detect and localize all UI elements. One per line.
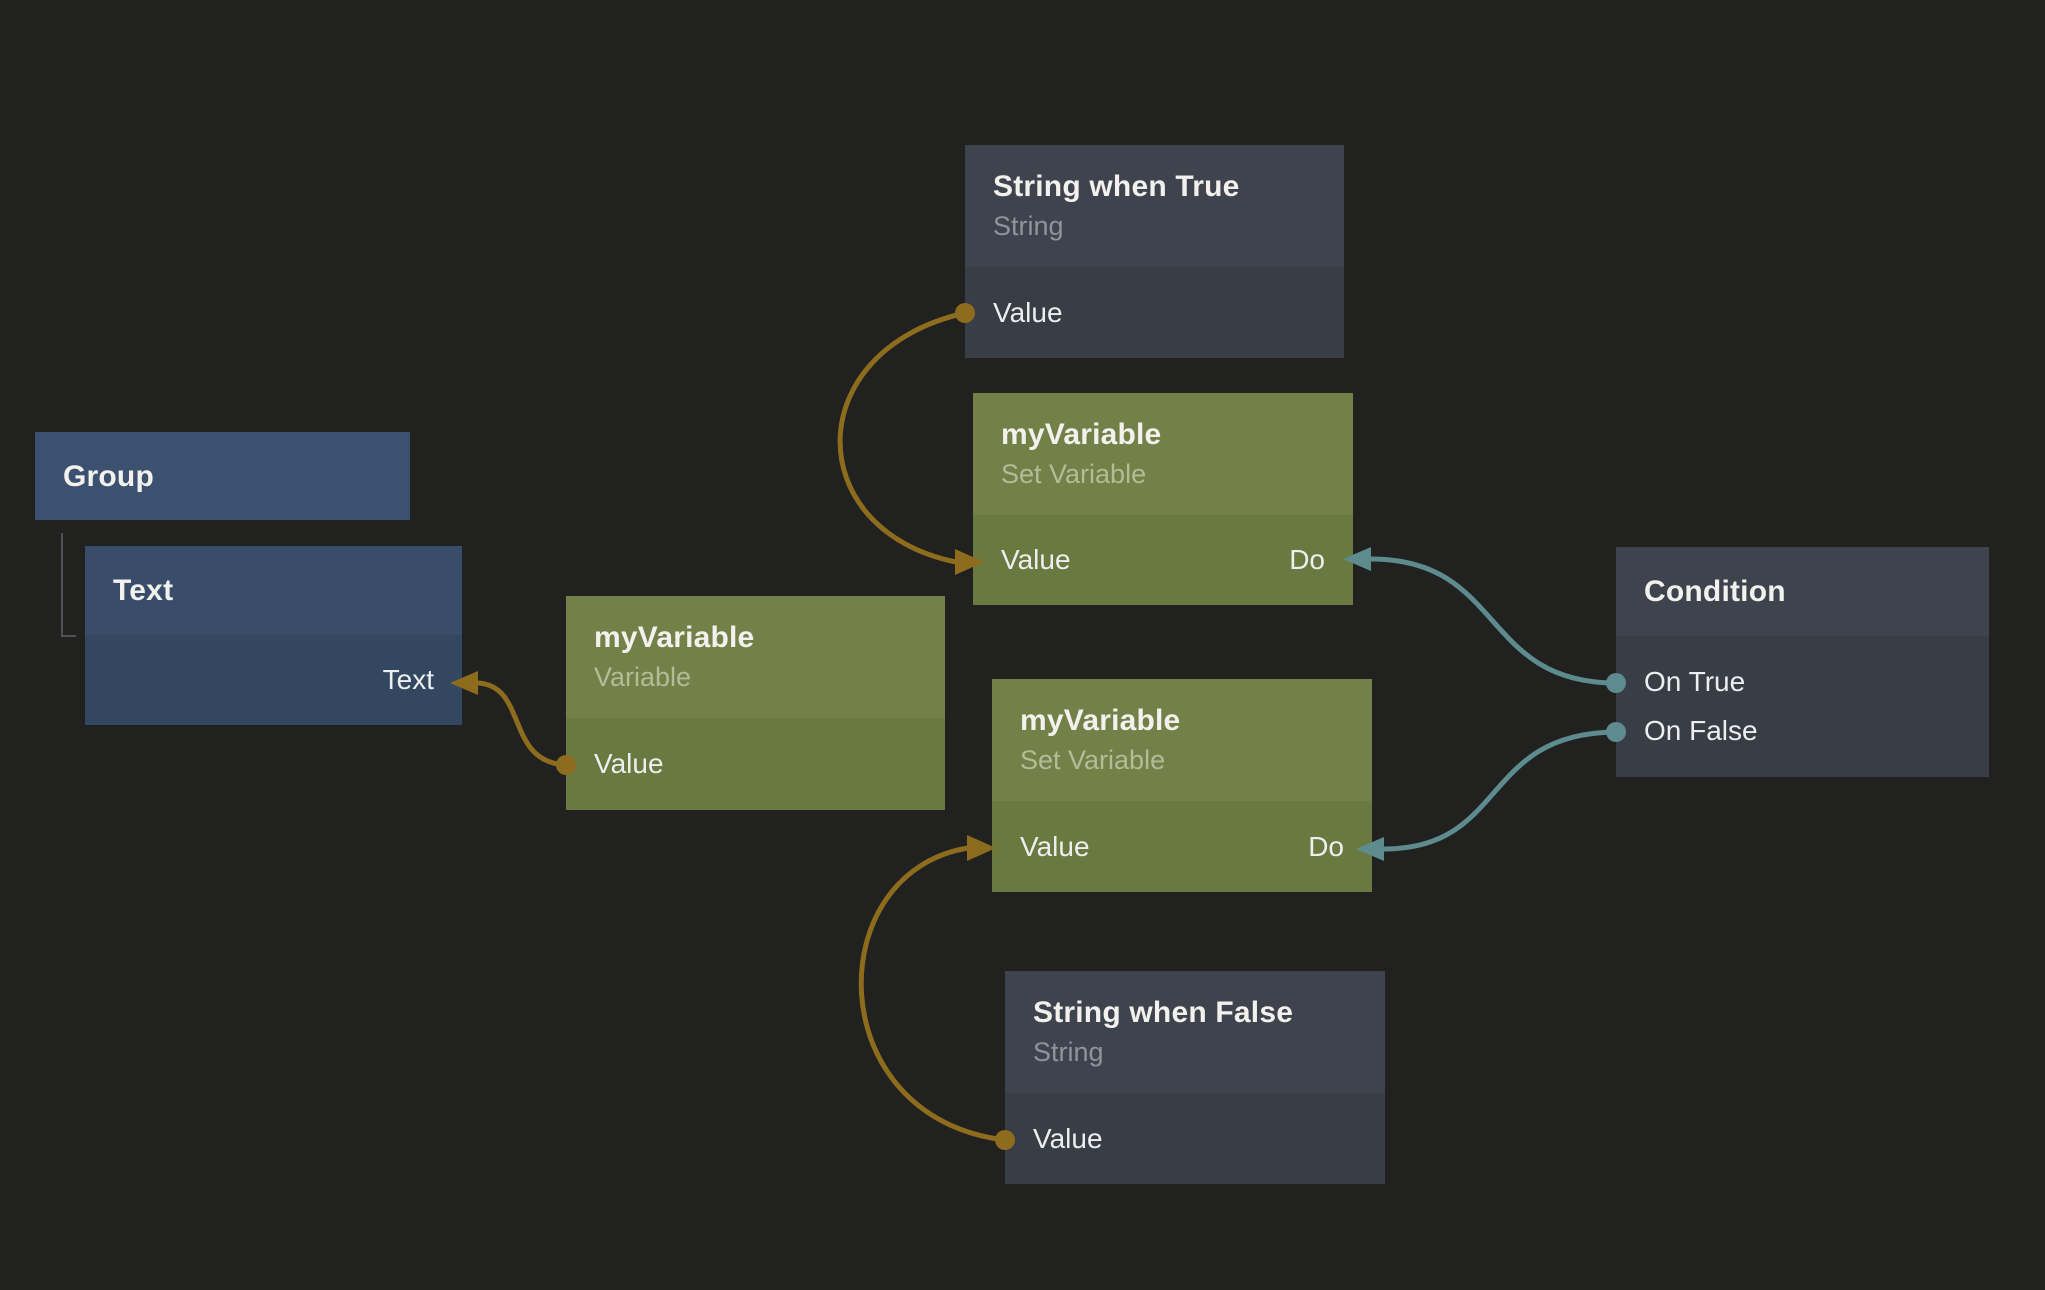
node-subtitle: Set Variable (1001, 458, 1325, 492)
node-variable[interactable]: myVariable Variable Value (566, 596, 945, 810)
node-string-when-false[interactable]: String when False String Value (1005, 971, 1385, 1184)
node-condition-header: Condition (1616, 547, 1989, 636)
wire-string-false-to-set-variable-2[interactable] (861, 848, 1005, 1140)
port-text-input[interactable]: Text (383, 666, 434, 694)
node-title: String when True (993, 168, 1316, 206)
port-value-output[interactable]: Value (594, 750, 664, 778)
node-group-header: Group (35, 432, 410, 521)
node-group[interactable]: Group (35, 432, 410, 520)
wire-condition-on-false-to-set-variable-2[interactable] (1384, 732, 1616, 849)
wire-condition-on-true-to-set-variable-1[interactable] (1371, 559, 1616, 683)
node-subtitle: String (993, 210, 1316, 244)
node-title: myVariable (1001, 416, 1325, 454)
node-text[interactable]: Text Text (85, 546, 462, 725)
port-value-output[interactable]: Value (1033, 1125, 1103, 1153)
node-subtitle: Variable (594, 661, 917, 695)
port-do-input[interactable]: Do (1289, 546, 1325, 574)
group-child-connector-line (62, 533, 76, 636)
wire-variable-to-text[interactable] (478, 683, 566, 765)
node-string-when-false-header: String when False String (1005, 971, 1385, 1093)
port-do-input[interactable]: Do (1308, 833, 1344, 861)
node-title: Condition (1644, 573, 1961, 611)
port-value-output[interactable]: Value (993, 299, 1063, 327)
node-condition[interactable]: Condition On True On False (1616, 547, 1989, 777)
port-on-false-output[interactable]: On False (1644, 717, 1758, 745)
node-title: myVariable (594, 619, 917, 657)
port-on-true-output[interactable]: On True (1644, 668, 1745, 696)
node-variable-header: myVariable Variable (566, 596, 945, 718)
node-title: String when False (1033, 994, 1357, 1032)
node-editor-canvas[interactable]: Group Text Text String when True String … (0, 0, 2045, 1290)
node-set-variable-1-header: myVariable Set Variable (973, 393, 1353, 515)
node-text-header: Text (85, 546, 462, 635)
node-set-variable-1[interactable]: myVariable Set Variable Value Do (973, 393, 1353, 605)
node-set-variable-2[interactable]: myVariable Set Variable Value Do (992, 679, 1372, 892)
port-value-input[interactable]: Value (1001, 546, 1071, 574)
node-title: myVariable (1020, 702, 1344, 740)
node-set-variable-2-header: myVariable Set Variable (992, 679, 1372, 801)
node-subtitle: String (1033, 1036, 1357, 1070)
node-subtitle: Set Variable (1020, 744, 1344, 778)
wire-string-true-to-set-variable-1[interactable] (840, 313, 965, 562)
port-value-input[interactable]: Value (1020, 833, 1090, 861)
node-title: Text (113, 572, 434, 610)
node-string-when-true-header: String when True String (965, 145, 1344, 267)
node-string-when-true[interactable]: String when True String Value (965, 145, 1344, 358)
node-title: Group (63, 458, 382, 496)
